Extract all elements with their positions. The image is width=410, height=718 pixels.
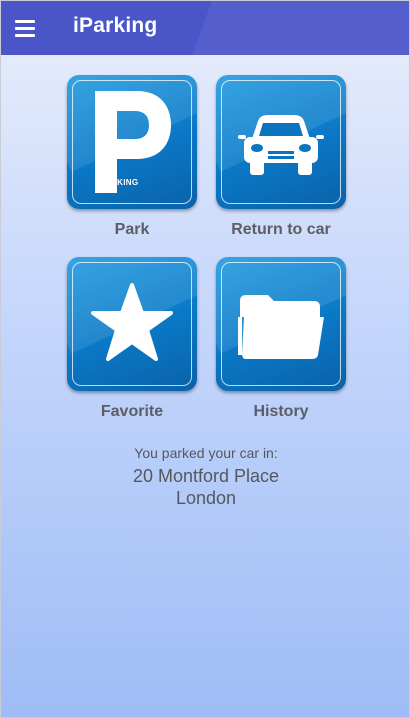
park-tile[interactable]: ARKING Park xyxy=(67,75,197,238)
parking-icon-caption: ARKING xyxy=(105,178,139,187)
return-to-car-tile-box[interactable] xyxy=(216,75,346,209)
car-icon xyxy=(238,115,324,175)
menu-line xyxy=(15,33,35,37)
favorite-tile[interactable]: Favorite xyxy=(67,257,197,420)
history-tile-box[interactable] xyxy=(216,257,346,391)
app-title: iParking xyxy=(73,14,158,37)
app-bar-sheen xyxy=(175,1,409,55)
parked-street: 20 Montford Place xyxy=(132,466,280,486)
park-label[interactable]: Park xyxy=(47,221,217,239)
star-icon xyxy=(91,283,173,361)
parked-location-label: You parked your car in: xyxy=(134,445,278,461)
favorite-label[interactable]: Favorite xyxy=(47,403,217,421)
hamburger-menu-icon[interactable] xyxy=(15,14,43,42)
menu-line xyxy=(15,26,35,30)
history-tile[interactable]: History xyxy=(216,257,346,420)
folder-icon xyxy=(238,295,324,359)
park-tile-box[interactable]: ARKING xyxy=(67,75,197,209)
return-to-car-label[interactable]: Return to car xyxy=(196,221,366,239)
parked-city: London xyxy=(175,488,237,508)
return-to-car-tile[interactable]: Return to car xyxy=(216,75,346,238)
history-label[interactable]: History xyxy=(196,403,366,421)
app-bar: iParking xyxy=(1,1,409,55)
menu-line xyxy=(15,19,35,23)
app-screen: iParking ARKING Park Return to car Favor… xyxy=(0,0,410,718)
favorite-tile-box[interactable] xyxy=(67,257,197,391)
